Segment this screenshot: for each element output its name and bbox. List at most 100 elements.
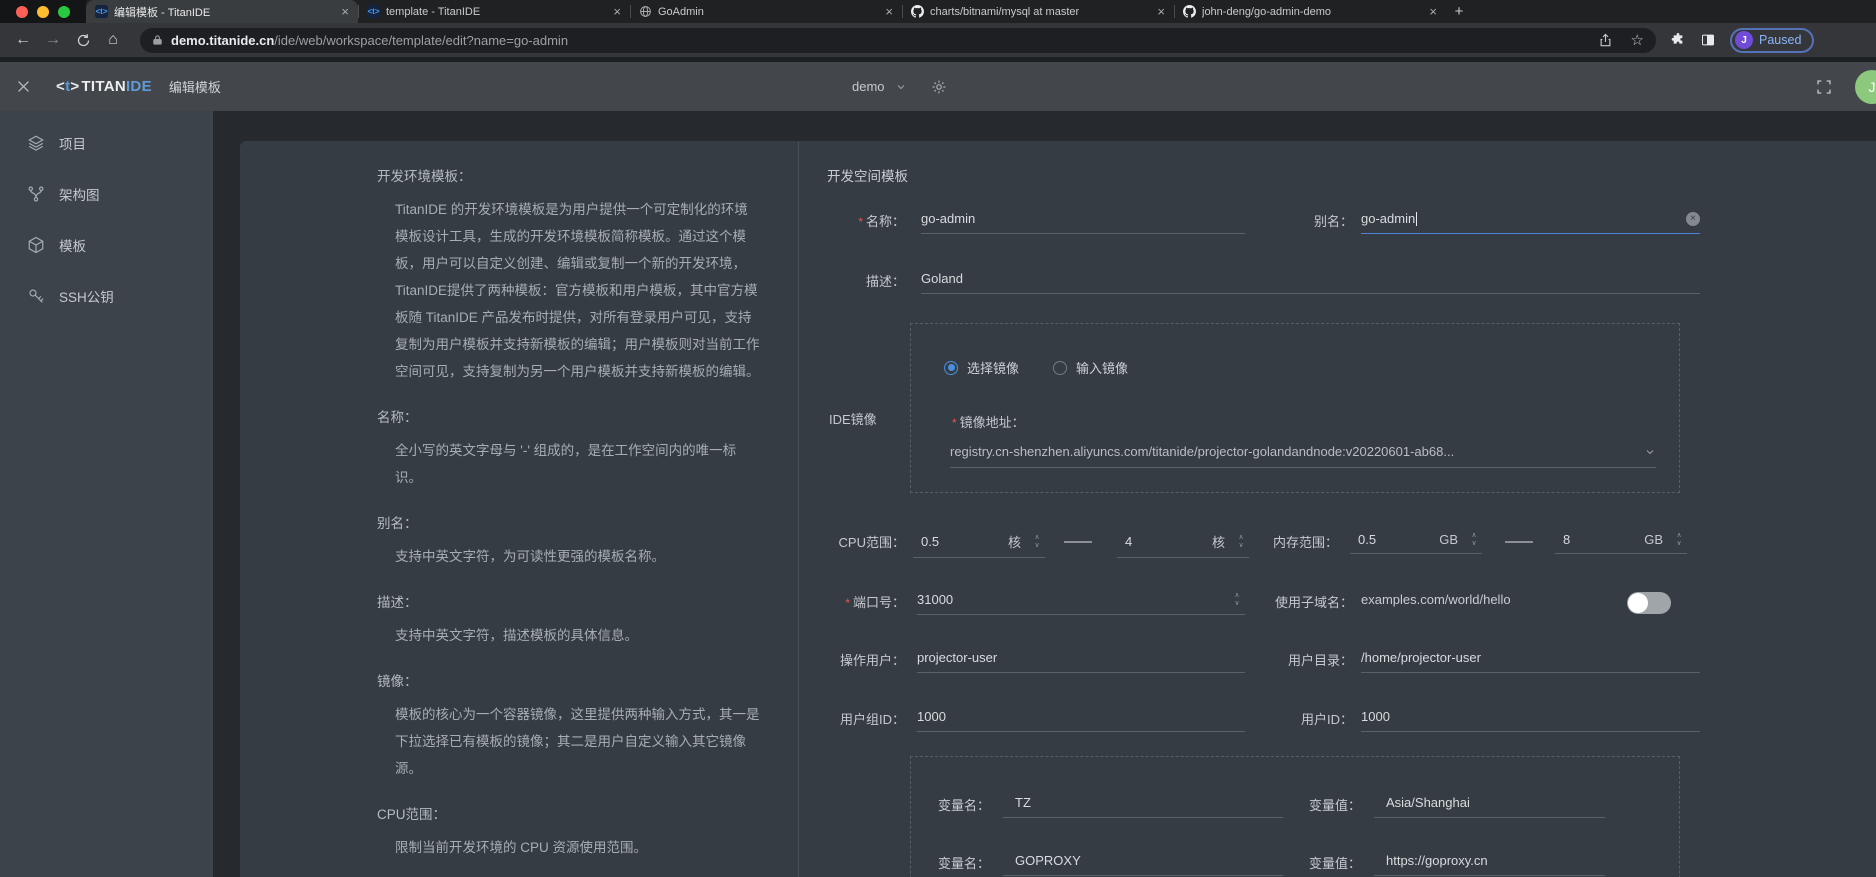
share-icon[interactable] [1598,32,1613,48]
fullscreen-icon[interactable] [1816,79,1832,95]
help-title: 名称： [377,406,760,426]
image-address-select[interactable]: registry.cn-shenzhen.aliyuncs.com/titani… [950,444,1656,468]
user-avatar[interactable]: J [1855,70,1876,104]
git-fork-icon [27,185,45,203]
user-id-input[interactable]: 1000 [1361,709,1700,732]
tab-close-icon[interactable]: × [1429,5,1437,18]
gear-icon[interactable] [931,79,947,95]
operator-user-label: 操作用户： [827,650,905,669]
browser-profile-chip[interactable]: J Paused [1730,28,1814,53]
var-name-value: GOPROXY [1003,853,1081,868]
sidebar-item-architecture[interactable]: 架构图 [0,168,213,219]
tab-close-icon[interactable]: × [1157,5,1165,18]
browser-tab-go-admin-demo[interactable]: john-deng/go-admin-demo × [1174,0,1446,23]
workspace-select[interactable]: demo [852,79,885,94]
toggle-knob [1628,593,1648,613]
tab-close-icon[interactable]: × [613,5,621,18]
help-body: 限制当前开发环境的 CPU 资源使用范围。 [395,834,760,861]
back-icon[interactable]: ← [8,32,38,48]
description-input[interactable]: Goland [921,271,1700,294]
stepper-icon[interactable]: ∧∨ [1466,533,1482,546]
port-value: 31000 [917,592,1229,607]
alias-input[interactable]: go-admin× [1361,211,1700,234]
stepper-icon[interactable]: ∧∨ [1671,533,1687,546]
help-title: 开发环境模板： [377,165,760,185]
close-icon[interactable] [15,78,32,95]
logo-bracket-right: > [70,78,79,95]
forward-icon[interactable]: → [38,32,68,48]
stepper-icon[interactable]: ∧∨ [1029,535,1045,548]
var-value-value: Asia/Shanghai [1374,795,1470,810]
name-value: go-admin [921,211,975,226]
layers-icon [27,134,45,152]
env-var-row: 变量名： GOPROXY 变量值： https://goproxy.cn [911,853,1679,877]
tab-close-icon[interactable]: × [341,5,349,18]
cpu-min-input[interactable]: 0.5核∧∨ [913,532,1045,558]
window-minimize-button[interactable] [37,6,49,18]
browser-tab-goadmin[interactable]: GoAdmin × [630,0,902,23]
browser-tab-charts-bitnami-mysql[interactable]: charts/bitnami/mysql at master × [902,0,1174,23]
bookmark-star-icon[interactable]: ☆ [1631,31,1644,49]
browser-tab-template[interactable]: <t> template - TitanIDE × [358,0,630,23]
radio-on-icon[interactable] [944,361,958,375]
var-value-input[interactable]: https://goproxy.cn [1374,853,1605,876]
name-input[interactable]: go-admin [921,211,1245,234]
sidebar-item-templates[interactable]: 模板 [0,219,213,270]
subdomain-toggle[interactable] [1627,592,1671,614]
new-tab-button[interactable]: + [1446,0,1472,23]
sidebar-item-label: 项目 [59,133,86,153]
window-zoom-button[interactable] [58,6,70,18]
window-close-button[interactable] [16,6,28,18]
ide-image-section: 选择镜像 输入镜像 镜像地址： registry.cn-shenzhen.ali… [910,323,1680,493]
memory-max-input[interactable]: 8GB∧∨ [1555,532,1687,554]
stepper-icon[interactable]: ∧∨ [1229,593,1245,606]
tab-close-icon[interactable]: × [885,5,893,18]
radio-off-icon[interactable] [1053,361,1067,375]
address-bar[interactable]: demo.titanide.cn/ide/web/workspace/templ… [140,28,1656,53]
user-dir-input[interactable]: /home/projector-user [1361,650,1700,673]
side-panel-icon[interactable] [1700,32,1716,48]
sidebar-item-projects[interactable]: 项目 [0,117,213,168]
port-input[interactable]: 31000∧∨ [917,592,1245,615]
help-body: 支持中英文字符，为可读性更强的模板名称。 [395,543,760,570]
user-id-value: 1000 [1361,709,1390,724]
radio-input-image[interactable]: 输入镜像 [1053,358,1128,377]
subdomain-label: 使用子域名： [1253,592,1353,611]
memory-min-value: 0.5 [1350,532,1439,547]
titanide-favicon: <t> [367,5,380,18]
text-cursor [1416,212,1417,226]
ide-image-label: IDE镜像 [829,409,877,428]
radio-select-image[interactable]: 选择镜像 [944,358,1019,377]
var-name-input[interactable]: TZ [1003,795,1283,818]
cube-icon [27,236,45,254]
var-value-input[interactable]: Asia/Shanghai [1374,795,1605,818]
cpu-max-input[interactable]: 4核∧∨ [1117,532,1249,558]
form-heading: 开发空间模板 [827,165,908,185]
cpu-min-value: 0.5 [913,534,1008,549]
memory-range-label: 内存范围： [1273,532,1338,551]
chevron-down-icon[interactable] [1644,446,1656,458]
stepper-icon[interactable]: ∧∨ [1233,535,1249,548]
sidebar-item-ssh-keys[interactable]: SSH公钥 [0,270,213,321]
extensions-puzzle-icon[interactable] [1670,32,1686,48]
description-label: 描述： [827,271,905,290]
chevron-down-icon[interactable] [895,81,907,93]
operator-user-input[interactable]: projector-user [917,650,1245,673]
url-domain: demo.titanide.cn [171,33,274,48]
reload-icon[interactable] [68,33,98,48]
browser-tab-edit-template[interactable]: <t> 编辑模板 - TitanIDE × [86,0,358,23]
github-icon [911,5,924,18]
subdomain-value: examples.com/world/hello [1361,592,1511,607]
url-path: /ide/web/workspace/template/edit?name=go… [274,33,568,48]
template-edit-panel: 开发环境模板： TitanIDE 的开发环境模板是为用户提供一个可定制化的环境模… [240,141,1876,877]
var-name-label: 变量名： [938,853,990,872]
home-icon[interactable]: ⌂ [98,32,128,48]
memory-min-input[interactable]: 0.5GB∧∨ [1350,532,1482,554]
tab-title: 编辑模板 - TitanIDE [114,4,335,20]
var-name-value: TZ [1003,795,1031,810]
app-header: <t>TITANIDE 编辑模板 demo J [0,62,1876,111]
group-id-input[interactable]: 1000 [917,709,1245,732]
github-icon [1183,5,1196,18]
var-name-input[interactable]: GOPROXY [1003,853,1283,876]
clear-circle-icon[interactable]: × [1686,212,1700,226]
